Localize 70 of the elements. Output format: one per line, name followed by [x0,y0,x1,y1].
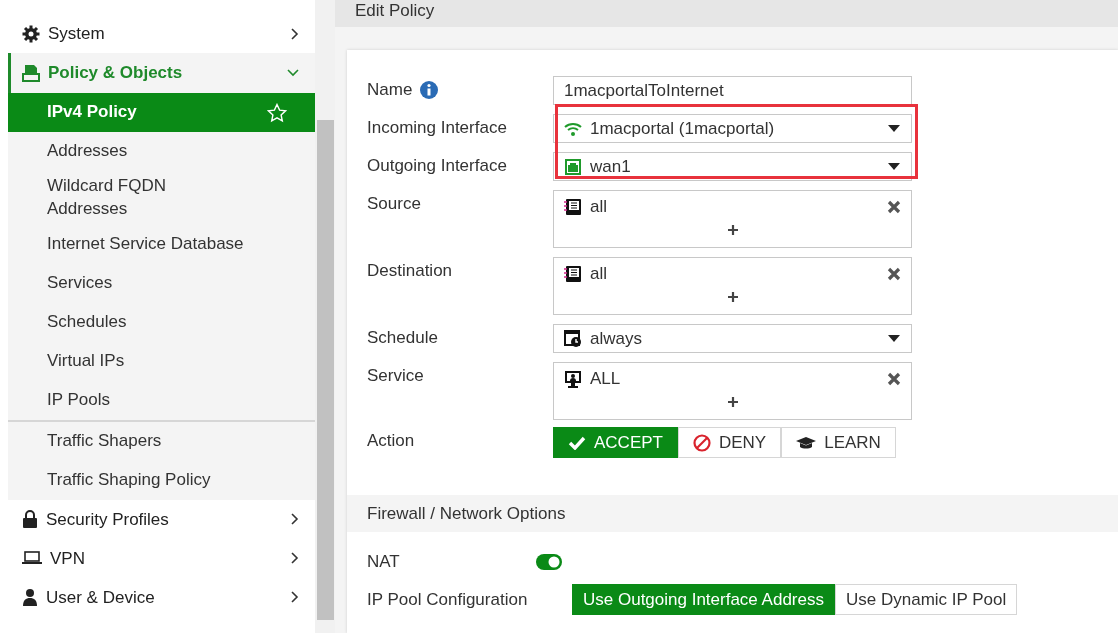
lock-icon [22,510,38,529]
remove-icon[interactable] [887,199,901,214]
star-icon[interactable] [267,102,287,123]
multi-select-field[interactable]: all [553,257,912,315]
remove-icon[interactable] [887,371,901,386]
gear-icon [22,24,40,43]
field-label: Outgoing Interface [367,156,507,175]
graduation-cap-icon [796,435,817,450]
action-option-button[interactable]: DENY [677,427,782,458]
field-label: Name [367,79,413,101]
sidebar-item[interactable]: Traffic Shaping Policy [8,460,315,500]
chevron-right-icon[interactable] [291,552,299,565]
sidebar-item[interactable]: Traffic Shapers [8,421,315,461]
sidebar-item[interactable]: Security Profiles [46,506,291,533]
address-book-icon [564,197,582,216]
sidebar-item[interactable]: IPv4 Policy [8,93,315,132]
check-icon [568,435,586,450]
monitor-icon [564,369,582,388]
dropdown-caret-icon[interactable] [887,162,901,171]
sidebar-item[interactable]: Internet Service Database [8,224,315,264]
multi-select-field[interactable]: all [553,190,912,248]
sidebar-item[interactable]: IP Pools [8,380,315,420]
sidebar-item[interactable]: Services [8,263,315,303]
field-label: NAT [367,552,400,571]
network-port-icon [564,157,582,176]
select-field[interactable]: always [553,324,912,353]
sidebar-item[interactable]: Virtual IPs [8,341,315,381]
dropdown-caret-icon[interactable] [887,124,901,133]
toggle-switch[interactable] [535,552,563,571]
field-label: Destination [367,261,453,280]
no-entry-icon [692,433,711,452]
action-option-button[interactable]: LEARN [781,427,896,458]
sidebar-item[interactable]: System [48,20,291,47]
chevron-right-icon[interactable] [291,591,299,604]
section-title: Firewall / Network Options [367,504,566,523]
field-label: Source [367,194,421,213]
chevron-right-icon[interactable] [291,27,299,40]
calendar-clock-icon [564,329,582,348]
field-label: Action [367,431,415,450]
add-icon[interactable] [726,223,739,236]
field-label: Incoming Interface [367,118,507,137]
page-title: Edit Policy [335,0,1118,27]
laptop-icon [22,550,42,567]
document-icon [22,64,40,82]
info-icon[interactable] [420,80,439,99]
action-option-button[interactable]: ACCEPT [553,427,678,458]
ip-pool-option-button[interactable]: Use Dynamic IP Pool [835,584,1018,615]
add-icon[interactable] [726,290,739,303]
scrollbar[interactable] [315,0,335,633]
field-label: IP Pool Configuration [367,590,528,609]
multi-select-field[interactable]: ALL [553,362,912,420]
sidebar-item[interactable]: Schedules [8,302,315,342]
field-label: Schedule [367,328,438,347]
wifi-icon [564,121,582,136]
user-icon [22,588,38,607]
add-icon[interactable] [726,395,739,408]
sidebar-item[interactable]: Addresses [8,132,315,171]
chevron-right-icon[interactable] [291,513,299,526]
remove-icon[interactable] [887,266,901,281]
menu-group-header[interactable]: Policy & Objects [48,60,287,86]
select-field[interactable]: 1macportal (1macportal) [553,114,912,143]
text-field[interactable]: 1macportalToInternet [553,76,912,105]
sidebar-item[interactable]: User & Device [46,584,291,611]
address-book-icon [564,264,582,283]
sidebar-item[interactable]: VPN [50,545,291,572]
chevron-down-icon[interactable] [287,69,299,77]
dropdown-caret-icon[interactable] [887,334,901,343]
sidebar-item[interactable]: Wildcard FQDN Addresses [8,171,315,225]
field-label: Service [367,366,424,385]
ip-pool-option-button[interactable]: Use Outgoing Interface Address [572,584,835,615]
